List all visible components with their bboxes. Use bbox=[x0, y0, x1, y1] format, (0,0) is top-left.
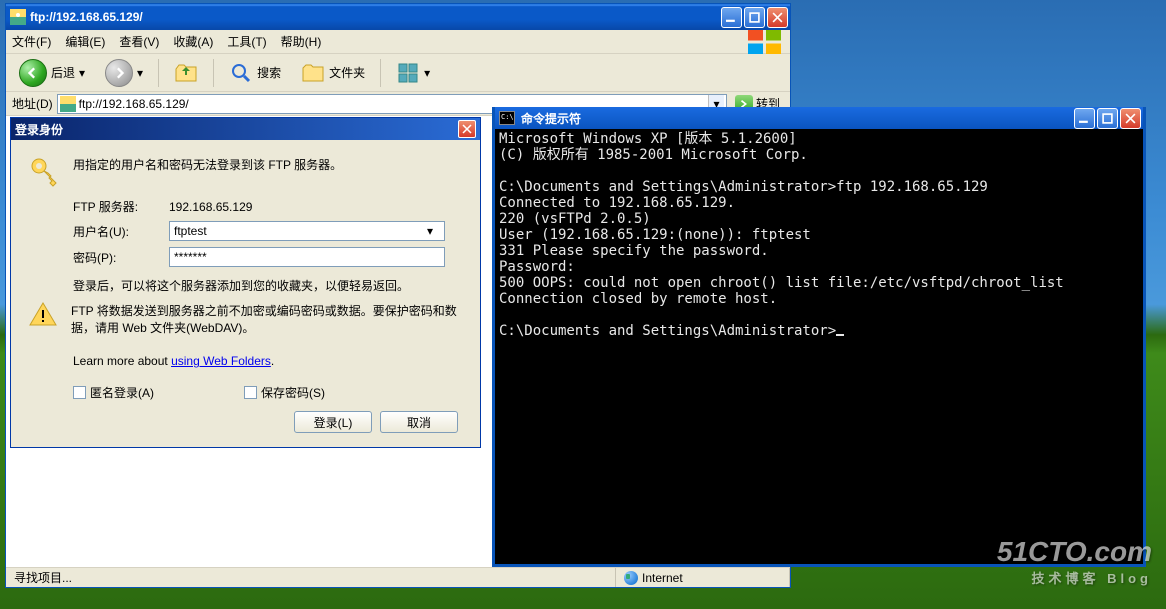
forward-arrow-icon bbox=[105, 59, 133, 87]
dialog-main-message: 用指定的用户名和密码无法登录到该 FTP 服务器。 bbox=[73, 156, 342, 173]
address-label: 地址(D) bbox=[12, 95, 53, 112]
server-value: 192.168.65.129 bbox=[169, 200, 252, 214]
status-zone: Internet bbox=[616, 568, 790, 587]
username-label: 用户名(U): bbox=[73, 223, 169, 240]
password-label: 密码(P): bbox=[73, 249, 169, 266]
login-button[interactable]: 登录(L) bbox=[294, 411, 372, 433]
warning-icon bbox=[29, 302, 57, 326]
chevron-down-icon[interactable]: ▾ bbox=[427, 224, 433, 238]
toolbar: 后退 ▾ ▾ 搜索 bbox=[6, 54, 790, 92]
back-button[interactable]: 后退 ▾ bbox=[12, 56, 92, 90]
cmd-close-button[interactable] bbox=[1120, 108, 1141, 129]
dialog-title: 登录身份 bbox=[15, 121, 458, 138]
cancel-button[interactable]: 取消 bbox=[380, 411, 458, 433]
checkbox-icon bbox=[73, 386, 86, 399]
globe-icon bbox=[624, 571, 638, 585]
username-input[interactable] bbox=[169, 221, 445, 241]
anonymous-checkbox[interactable]: 匿名登录(A) bbox=[73, 384, 154, 401]
save-password-checkbox[interactable]: 保存密码(S) bbox=[244, 384, 325, 401]
menu-tools[interactable]: 工具(T) bbox=[227, 33, 266, 50]
explorer-titlebar[interactable]: ftp://192.168.65.129/ bbox=[6, 4, 790, 30]
cmd-icon bbox=[499, 111, 515, 125]
search-button[interactable]: 搜索 bbox=[222, 58, 288, 88]
folder-up-icon bbox=[174, 61, 198, 85]
favorite-hint: 登录后，可以将这个服务器添加到您的收藏夹，以便轻易返回。 bbox=[73, 277, 462, 294]
address-icon bbox=[60, 96, 76, 112]
web-folders-link[interactable]: using Web Folders bbox=[171, 354, 271, 368]
search-icon bbox=[229, 61, 253, 85]
menu-bar: 文件(F) 编辑(E) 查看(V) 收藏(A) 工具(T) 帮助(H) bbox=[6, 30, 790, 54]
menu-fav[interactable]: 收藏(A) bbox=[173, 33, 213, 50]
views-icon bbox=[396, 61, 420, 85]
menu-file[interactable]: 文件(F) bbox=[12, 33, 51, 50]
webdav-hint: FTP 将数据发送到服务器之前不加密或编码密码或数据。要保护密码和数据，请用 W… bbox=[71, 302, 462, 336]
close-button[interactable] bbox=[767, 7, 788, 28]
status-find: 寻找项目... bbox=[6, 568, 616, 587]
folders-button[interactable]: 文件夹 bbox=[294, 58, 372, 88]
password-input[interactable] bbox=[169, 247, 445, 267]
windows-flag-icon bbox=[748, 32, 784, 52]
dialog-close-button[interactable] bbox=[458, 120, 476, 138]
up-button[interactable] bbox=[167, 58, 205, 88]
cmd-titlebar[interactable]: 命令提示符 bbox=[495, 107, 1143, 129]
folder-icon bbox=[301, 61, 325, 85]
maximize-button[interactable] bbox=[744, 7, 765, 28]
explorer-title: ftp://192.168.65.129/ bbox=[30, 10, 721, 24]
back-arrow-icon bbox=[19, 59, 47, 87]
status-bar: 寻找项目... Internet bbox=[6, 567, 790, 587]
checkbox-icon bbox=[244, 386, 257, 399]
menu-help[interactable]: 帮助(H) bbox=[281, 33, 322, 50]
menu-view[interactable]: 查看(V) bbox=[119, 33, 159, 50]
keys-icon bbox=[29, 156, 61, 188]
cmd-minimize-button[interactable] bbox=[1074, 108, 1095, 129]
cmd-maximize-button[interactable] bbox=[1097, 108, 1118, 129]
minimize-button[interactable] bbox=[721, 7, 742, 28]
login-dialog: 登录身份 用指定的用户名和密码无法登录到该 FTP 服务器。 FTP 服务器: … bbox=[10, 117, 481, 448]
dialog-titlebar[interactable]: 登录身份 bbox=[11, 118, 480, 140]
cmd-title: 命令提示符 bbox=[521, 110, 1074, 127]
chevron-down-icon: ▾ bbox=[137, 66, 143, 80]
learn-more: Learn more about using Web Folders. bbox=[73, 354, 462, 368]
forward-button[interactable]: ▾ bbox=[98, 56, 150, 90]
server-label: FTP 服务器: bbox=[73, 198, 169, 215]
menu-edit[interactable]: 编辑(E) bbox=[65, 33, 105, 50]
command-prompt-window: 命令提示符 Microsoft Windows XP [版本 5.1.2600]… bbox=[492, 107, 1146, 567]
chevron-down-icon: ▾ bbox=[79, 66, 85, 80]
explorer-title-icon bbox=[10, 9, 26, 25]
chevron-down-icon: ▾ bbox=[424, 66, 430, 80]
views-button[interactable]: ▾ bbox=[389, 58, 437, 88]
cmd-output[interactable]: Microsoft Windows XP [版本 5.1.2600] (C) 版… bbox=[495, 129, 1143, 564]
